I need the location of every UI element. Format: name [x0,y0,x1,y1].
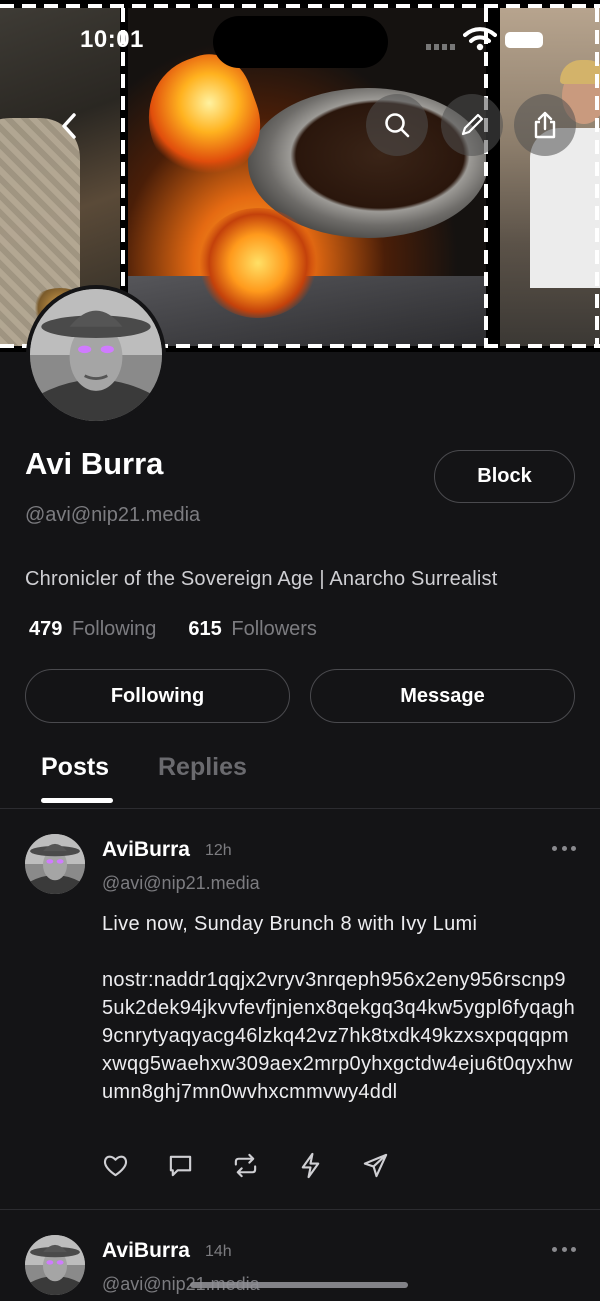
back-button[interactable] [52,106,86,146]
post-time: 14h [205,1243,232,1260]
post-time: 12h [205,842,232,859]
wifi-icon [463,27,497,51]
following-count: 479 [29,618,63,640]
heart-icon[interactable] [102,1152,129,1179]
avatar-image [25,834,85,894]
banner-dashed-border-top [0,4,600,8]
dynamic-island [213,16,388,68]
signal-icon [426,44,456,50]
profile-stats: 479 Following 615 Followers [29,618,317,641]
following-label: Following [71,618,157,640]
following-button[interactable]: Following [25,669,290,723]
post-avatar[interactable] [25,1235,85,1295]
following-stat[interactable]: 479 Following [29,618,156,641]
share-button[interactable] [514,94,576,156]
post-author[interactable]: AviBurra [102,1239,190,1263]
followers-count: 615 [188,618,222,640]
followers-label: Followers [231,618,317,640]
profile-avatar[interactable] [26,285,166,425]
active-tab-indicator [41,798,113,803]
tab-posts[interactable]: Posts [41,753,109,782]
avatar-image [30,289,162,421]
post-divider [0,1209,600,1210]
zap-icon[interactable] [297,1152,324,1179]
profile-bio: Chronicler of the Sovereign Age | Anarch… [25,568,498,590]
post-avatar[interactable] [25,834,85,894]
pencil-icon [461,113,484,136]
display-name: Avi Burra [25,446,164,481]
avatar-image [25,1235,85,1295]
edit-button[interactable] [441,94,503,156]
post-nostr-link[interactable]: nostr:naddr1qqjx2vryv3nrqeph956x2eny956r… [102,966,577,1106]
banner-image-right [500,8,600,346]
status-time: 10:01 [80,26,144,53]
repost-icon[interactable] [232,1152,259,1179]
tab-replies[interactable]: Replies [158,753,247,782]
search-button[interactable] [366,94,428,156]
share-icon [534,111,556,139]
search-icon [385,113,410,138]
send-icon[interactable] [362,1152,389,1179]
banner-dashed-divider-right [484,8,488,348]
post-actions [102,1152,389,1179]
more-options-icon[interactable] [552,1247,576,1253]
banner-dashed-border-right [595,8,599,348]
post-author[interactable]: AviBurra [102,838,190,862]
chevron-left-icon [62,113,76,139]
profile-handle: @avi@nip21.media [25,504,201,526]
block-button[interactable]: Block [434,450,575,503]
home-indicator[interactable] [190,1282,408,1288]
tabs-divider [0,808,600,809]
followers-stat[interactable]: 615 Followers [188,618,317,641]
comment-icon[interactable] [167,1152,194,1179]
message-button[interactable]: Message [310,669,575,723]
post-handle: @avi@nip21.media [102,873,260,893]
post-text-line: Live now, Sunday Brunch 8 with Ivy Lumi [102,913,478,935]
more-options-icon[interactable] [552,846,576,852]
battery-icon [505,32,543,48]
post-body: Live now, Sunday Brunch 8 with Ivy Lumi … [102,910,577,1106]
